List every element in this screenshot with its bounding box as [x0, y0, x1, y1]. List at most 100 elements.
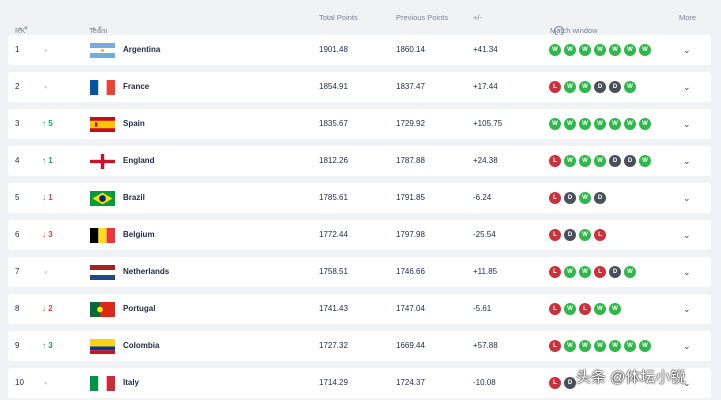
chevron-down-icon[interactable]: ⌄ [683, 257, 691, 287]
table-row[interactable]: 3 ↑ 5 Spain 1835.67 1729.92 +105.75 WWWW… [8, 109, 711, 139]
rank-movement: ● [42, 368, 72, 398]
match-result-badge: W [639, 155, 651, 167]
england-flag-icon [90, 154, 115, 169]
rank-movement: ↑ 5 [42, 109, 72, 139]
table-row[interactable]: 9 ↑ 3 Colombia 1727.32 1669.44 +57.88 LW… [8, 331, 711, 361]
team-name[interactable]: Portugal [123, 294, 155, 324]
match-result-badge: W [579, 266, 591, 278]
match-result-badge: W [624, 44, 636, 56]
rank-change-value: 2 [48, 304, 53, 313]
chevron-down-icon[interactable]: ⌄ [683, 109, 691, 139]
spain-flag-icon [90, 117, 115, 132]
previous-points-header: Previous Points [396, 13, 449, 22]
rank-number: 9 [15, 341, 20, 350]
previous-points: 1791.85 [396, 193, 425, 202]
points-diff: -5.61 [473, 304, 492, 313]
rank-number: 7 [15, 267, 20, 276]
chevron-down-icon[interactable]: ⌄ [683, 35, 691, 65]
total-points: 1785.61 [319, 193, 348, 202]
match-result-badge: L [549, 229, 561, 241]
rank-movement: ● [42, 35, 72, 65]
sort-icon[interactable]: ▲▼ [17, 26, 29, 32]
no-change-icon: ● [44, 85, 48, 91]
rank-movement: ↑ 1 [42, 146, 72, 176]
match-result-badge: W [594, 44, 606, 56]
italy-flag-icon [90, 376, 115, 391]
sort-icon[interactable]: ▲▼ [91, 26, 103, 32]
previous-points: 1669.44 [396, 341, 425, 350]
total-points-header: Total Points [319, 13, 358, 22]
match-result-badge: W [579, 229, 591, 241]
match-result-badge: W [564, 118, 576, 130]
chevron-down-icon[interactable]: ⌄ [683, 331, 691, 361]
rank-number: 2 [15, 82, 20, 91]
team-name[interactable]: Netherlands [123, 257, 169, 287]
rank-number: 8 [15, 304, 20, 313]
team-name[interactable]: Argentina [123, 35, 160, 65]
table-row[interactable]: 5 ↓ 1 Brazil 1785.61 1791.85 -6.24 LDWD … [8, 183, 711, 213]
rank-change-value: 1 [48, 193, 53, 202]
match-result-badge: D [594, 192, 606, 204]
team-name[interactable]: Colombia [123, 331, 159, 361]
total-points: 1835.67 [319, 119, 348, 128]
match-result-badge: D [609, 81, 621, 93]
total-points: 1901.48 [319, 45, 348, 54]
brazil-flag-icon [90, 191, 115, 206]
rank-number: 5 [15, 193, 20, 202]
team-name[interactable]: Brazil [123, 183, 145, 213]
points-diff: +11.85 [473, 267, 498, 276]
table-row[interactable]: 1 ● Argentina 1901.48 1860.14 +41.34 WWW… [8, 35, 711, 65]
rank-movement: ↓ 3 [42, 220, 72, 250]
team-name[interactable]: England [123, 146, 155, 176]
points-diff: -10.08 [473, 378, 496, 387]
chevron-down-icon[interactable]: ⌄ [683, 146, 691, 176]
table-row[interactable]: 7 ● Netherlands 1758.51 1746.66 +11.85 L… [8, 257, 711, 287]
diff-header: +/- [473, 13, 482, 22]
rank-change-value: 5 [48, 119, 53, 128]
previous-points: 1837.47 [396, 82, 425, 91]
team-name[interactable]: Spain [123, 109, 145, 139]
rank-change-value: 3 [48, 341, 53, 350]
points-diff: +17.44 [473, 82, 498, 91]
team-name[interactable]: France [123, 72, 149, 102]
match-result-badge: W [639, 44, 651, 56]
previous-points: 1860.14 [396, 45, 425, 54]
team-name[interactable]: Belgium [123, 220, 155, 250]
arrow-up-icon: ↑ [42, 156, 46, 165]
arrow-down-icon: ↓ [42, 193, 46, 202]
chevron-down-icon[interactable]: ⌄ [683, 183, 691, 213]
total-points: 1714.29 [319, 378, 348, 387]
arrow-down-icon: ↓ [42, 230, 46, 239]
rank-number: 6 [15, 230, 20, 239]
rank-movement: ↑ 3 [42, 331, 72, 361]
chevron-down-icon[interactable]: ⌄ [683, 220, 691, 250]
more-header: More [679, 13, 697, 22]
match-result-badge: L [549, 266, 561, 278]
table-row[interactable]: 6 ↓ 3 Belgium 1772.44 1797.98 -25.54 LDW… [8, 220, 711, 250]
match-result-badge: L [549, 192, 561, 204]
match-result-badge: W [594, 340, 606, 352]
match-result-badge: W [564, 266, 576, 278]
chevron-down-icon[interactable]: ⌄ [683, 72, 691, 102]
france-flag-icon [90, 80, 115, 95]
match-result-badge: W [579, 192, 591, 204]
match-result-badge: L [594, 266, 606, 278]
table-row[interactable]: 8 ↓ 2 Portugal 1741.43 1747.04 -5.61 LWL… [8, 294, 711, 324]
match-result-badge: W [579, 340, 591, 352]
netherlands-flag-icon [90, 265, 115, 280]
total-points: 1812.26 [319, 156, 348, 165]
table-row[interactable]: 4 ↑ 1 England 1812.26 1787.88 +24.38 LWW… [8, 146, 711, 176]
match-result-badge: D [609, 155, 621, 167]
rank-movement: ● [42, 72, 72, 102]
rank-number: 10 [15, 378, 24, 387]
match-window: LWWWWWW [549, 340, 651, 352]
points-diff: +105.75 [473, 119, 503, 128]
team-name[interactable]: Italy [123, 368, 139, 398]
points-diff: -6.24 [473, 193, 492, 202]
total-points: 1854.91 [319, 82, 348, 91]
table-row[interactable]: 2 ● France 1854.91 1837.47 +17.44 LWWDDW… [8, 72, 711, 102]
chevron-down-icon[interactable]: ⌄ [683, 294, 691, 324]
match-result-badge: W [564, 303, 576, 315]
previous-points: 1747.04 [396, 304, 425, 313]
argentina-flag-icon [90, 43, 115, 58]
